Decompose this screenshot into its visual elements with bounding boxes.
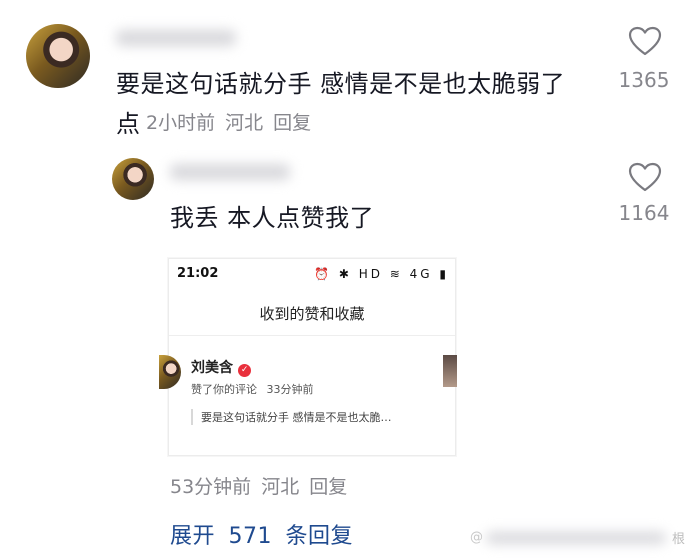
screenshot-divider	[169, 335, 455, 336]
comment-location: 河北	[225, 112, 264, 134]
watermark-at-icon: @	[470, 530, 483, 545]
heart-icon	[628, 162, 662, 192]
reply-text: 我丢 本人点赞我了	[170, 204, 375, 232]
screenshot-user-row: 刘美含 ✓	[191, 357, 252, 377]
screenshot-action-line: 赞了你的评论 33分钟前	[191, 381, 314, 397]
comment-time: 2小时前	[146, 112, 216, 134]
screenshot-user-avatar	[159, 355, 181, 389]
replier-name-blurred[interactable]	[170, 164, 290, 180]
status-time: 21:02	[177, 266, 219, 281]
comment-meta: 2小时前 河北 回复	[146, 108, 311, 135]
screenshot-title: 收到的赞和收藏	[259, 305, 365, 323]
expand-label-post: 条回复	[285, 524, 354, 549]
reply-like-button[interactable]	[628, 162, 662, 192]
status-icons: ⏰ ✱ HD ≋ 4G ▮	[314, 267, 449, 281]
reply-time: 53分钟前	[170, 476, 252, 498]
watermark-handle-blurred	[486, 532, 666, 544]
screenshot-action-time: 33分钟前	[266, 383, 314, 396]
reply-like-count: 1164	[618, 201, 670, 225]
reply-meta: 53分钟前 河北 回复	[170, 472, 347, 499]
screenshot-thumbnail	[443, 355, 457, 387]
comment-text-line1: 要是这句话就分手 感情是不是也太脆弱了	[116, 70, 566, 98]
commenter-name-blurred[interactable]	[116, 30, 236, 46]
screenshot-quoted-comment: 要是这句话就分手 感情是不是也太脆…	[191, 409, 392, 425]
screenshot-user-name: 刘美含	[191, 360, 233, 376]
comment-reply-button[interactable]: 回复	[273, 112, 311, 134]
replier-avatar[interactable]	[112, 158, 154, 200]
verified-icon: ✓	[238, 364, 252, 377]
reply-attached-screenshot[interactable]: 21:02 ⏰ ✱ HD ≋ 4G ▮ 收到的赞和收藏 刘美含 ✓ 赞了你的评论…	[159, 258, 457, 456]
comment-like-count: 1365	[618, 68, 670, 92]
screenshot-action: 赞了你的评论	[191, 383, 257, 396]
reply-reply-button[interactable]: 回复	[309, 476, 347, 498]
comment-text-line2: 点	[116, 110, 141, 138]
heart-icon	[628, 26, 662, 56]
comment-like-button[interactable]	[628, 26, 662, 56]
expand-replies-button[interactable]: 展开 571 条回复	[170, 518, 353, 550]
expand-count: 571	[228, 524, 273, 549]
watermark-text: 根	[672, 532, 686, 547]
reply-location: 河北	[261, 476, 300, 498]
commenter-avatar[interactable]	[26, 24, 90, 88]
expand-label-pre: 展开	[170, 524, 216, 549]
